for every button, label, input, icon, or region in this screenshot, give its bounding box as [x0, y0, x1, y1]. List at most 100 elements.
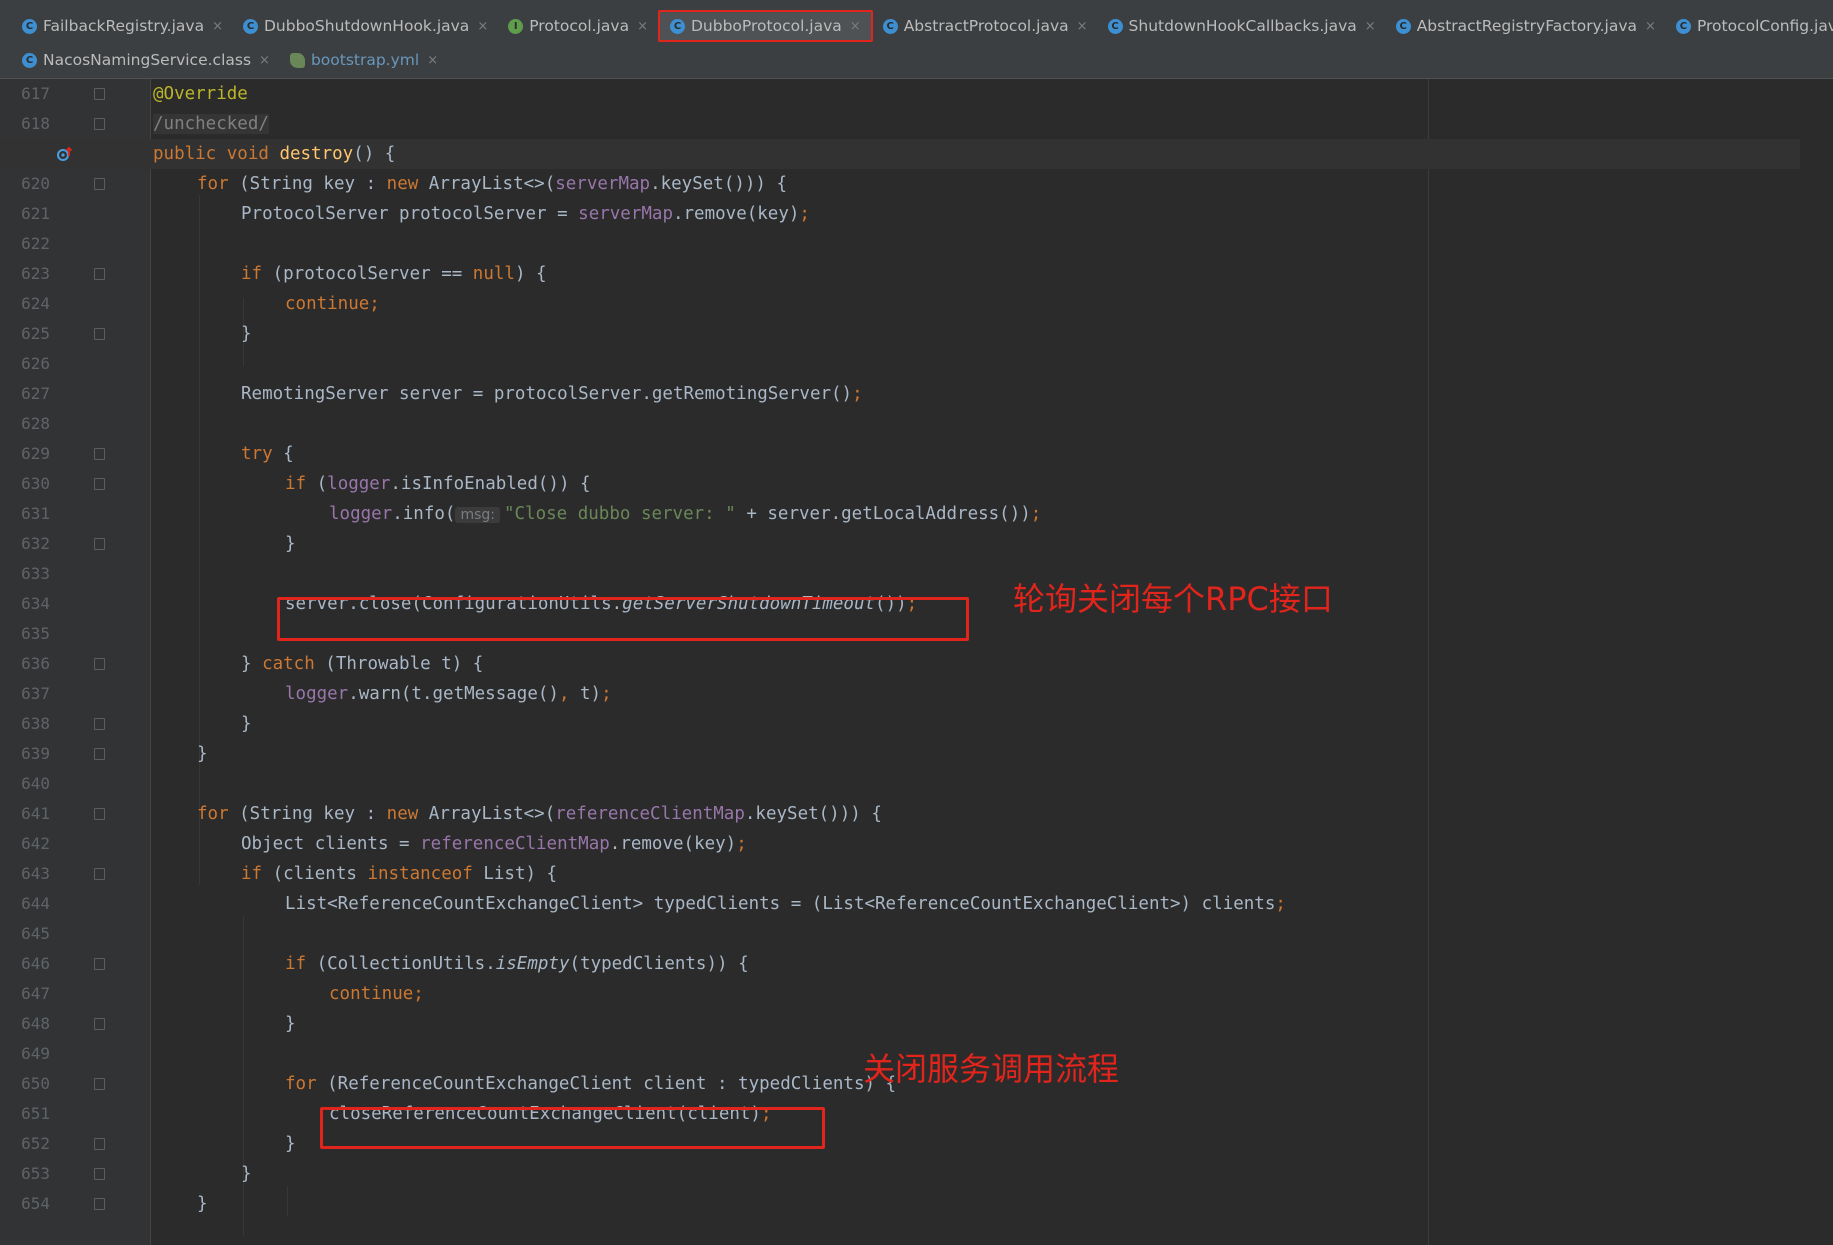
line-number[interactable]: 640 [16, 769, 50, 799]
class-file-icon: C [882, 18, 898, 34]
closing-brace: } [285, 534, 296, 554]
code-line-617: @Override [0, 79, 1800, 109]
semicolon: ; [799, 204, 810, 224]
field-referenceclientmap: referenceClientMap [555, 804, 745, 824]
close-tab-icon[interactable]: × [212, 19, 223, 34]
kw-try: try [241, 444, 273, 464]
destroy-method-name[interactable]: destroy [279, 144, 353, 164]
gutter-row: 635 [0, 619, 150, 649]
close-tab-icon[interactable]: × [850, 19, 861, 34]
code-line-625: } [0, 319, 1800, 349]
code-line-643: if (clients instanceof List) { [0, 859, 1800, 889]
line-number[interactable]: 633 [16, 559, 50, 589]
class-file-icon: C [1107, 18, 1123, 34]
code-text: (String key : [228, 174, 387, 194]
gutter-row: 626 [0, 349, 150, 379]
tab-abstractregistryfactory-java[interactable]: C AbstractRegistryFactory.java × [1386, 10, 1666, 42]
close-tab-icon[interactable]: × [477, 19, 488, 34]
code-line-636: } catch (Throwable t) { [0, 649, 1800, 679]
tab-label: AbstractRegistryFactory.java [1416, 17, 1638, 35]
line-number[interactable]: 622 [16, 229, 50, 259]
code-text: } [241, 654, 263, 674]
tab-protocolconfig-java[interactable]: CProtocolConfig.java× [1666, 10, 1833, 42]
code-line-621: ProtocolServer protocolServer = serverMa… [0, 199, 1800, 229]
line-number[interactable]: 635 [16, 619, 50, 649]
tab-label: NacosNamingService.class [43, 51, 252, 69]
closing-brace: } [241, 324, 252, 344]
class-file-icon: C [1675, 18, 1691, 34]
code-line-651: closeReferenceCountExchangeClient(client… [0, 1099, 1800, 1129]
unchecked-comment: /unchecked/ [153, 114, 269, 134]
line-number[interactable]: 649 [16, 1039, 50, 1069]
override-method-icon[interactable] [57, 146, 73, 162]
code-line-631: logger.info(msg: "Close dubbo server: " +… [0, 499, 1800, 529]
line-number[interactable]: 626 [16, 349, 50, 379]
code-text: (typedClients)) { [569, 954, 749, 974]
tab-label: ProtocolConfig.java [1696, 17, 1833, 35]
code-text: ( [306, 474, 328, 494]
code-text: .isInfoEnabled()) { [390, 474, 591, 494]
kw-if: if [285, 954, 307, 974]
gutter-row: 649 [0, 1039, 150, 1069]
tab-shutdownhookcallbacks-java[interactable]: C ShutdownHookCallbacks.java × [1098, 10, 1386, 42]
close-tab-icon[interactable]: × [1365, 19, 1376, 34]
tab-dubboprotocol-java[interactable]: C DubboProtocol.java × [658, 10, 873, 42]
line-number[interactable]: 628 [16, 409, 50, 439]
kw-catch: catch [262, 654, 315, 674]
tab-label: DubboShutdownHook.java [264, 17, 470, 35]
code-line-642: Object clients = referenceClientMap.remo… [0, 829, 1800, 859]
closing-brace: } [197, 1194, 208, 1214]
tab-label: ShutdownHookCallbacks.java [1128, 17, 1357, 35]
code-line-624: continue; [0, 289, 1800, 319]
kw-null: null [472, 264, 515, 284]
tab-abstractprotocol-java[interactable]: C AbstractProtocol.java × [873, 10, 1098, 42]
highlight-box-close-client [320, 1107, 825, 1149]
code-text: ProtocolServer protocolServer = [241, 204, 579, 224]
code-text: ArrayList<>( [418, 804, 556, 824]
tab-label: DubboProtocol.java [691, 17, 842, 35]
close-tab-icon[interactable]: × [259, 53, 270, 68]
code-editor[interactable]: 6176186196206216226236246256266276286296… [0, 79, 1833, 1245]
close-tab-icon[interactable]: × [637, 19, 648, 34]
tab-dubboshutdownhook-java[interactable]: C DubboShutdownHook.java × [233, 10, 498, 42]
tab-bootstrap-yml[interactable]: bootstrap.yml × [280, 44, 448, 76]
annotation-note-close-service: 关闭服务调用流程 [863, 1050, 1120, 1088]
annotation-token: @Override [153, 84, 248, 104]
code-line-648: } [0, 1009, 1800, 1039]
code-line-653: } [0, 1159, 1800, 1189]
annotation-note-rpc: 轮询关闭每个RPC接口 [1013, 580, 1333, 618]
tab-nacosnamingservice-class[interactable]: C NacosNamingService.class × [12, 44, 280, 76]
code-line-646: if (CollectionUtils.isEmpty(typedClients… [0, 949, 1800, 979]
tab-failbackregistry-java[interactable]: C FailbackRegistry.java × [12, 10, 233, 42]
close-tab-icon[interactable]: × [1077, 19, 1088, 34]
code-text: .info( [392, 504, 456, 524]
kw-if: if [241, 264, 263, 284]
code-line-654: } [0, 1189, 1800, 1219]
semicolon: ; [1275, 894, 1286, 914]
line-number[interactable]: 645 [16, 919, 50, 949]
code-text: (protocolServer == [262, 264, 473, 284]
closing-brace: } [197, 744, 208, 764]
tab-protocol-java[interactable]: I Protocol.java × [498, 10, 658, 42]
code-text: (clients [262, 864, 368, 884]
code-line-639: } [0, 739, 1800, 769]
method-signature-rest: () { [353, 144, 396, 164]
kw-if: if [241, 864, 263, 884]
editor-scrollbar[interactable] [1808, 79, 1833, 1245]
code-text: { [272, 444, 294, 464]
field-servermap: serverMap [555, 174, 651, 194]
tab-label: AbstractProtocol.java [903, 17, 1069, 35]
kw-continue: continue; [285, 294, 380, 314]
field-logger: logger [285, 684, 349, 704]
code-line-644: List<ReferenceCountExchangeClient> typed… [0, 889, 1800, 919]
close-tab-icon[interactable]: × [427, 53, 438, 68]
code-line-623: if (protocolServer == null) { [0, 259, 1800, 289]
code-text: .keySet())) { [650, 174, 788, 194]
code-text: Object clients = [241, 834, 421, 854]
closing-brace: } [285, 1134, 296, 1154]
gutter-row: 645 [0, 919, 150, 949]
code-text: + server.getLocalAddress()) [735, 504, 1031, 524]
tab-label: bootstrap.yml [310, 51, 420, 69]
close-tab-icon[interactable]: × [1645, 19, 1656, 34]
field-logger: logger [329, 504, 393, 524]
